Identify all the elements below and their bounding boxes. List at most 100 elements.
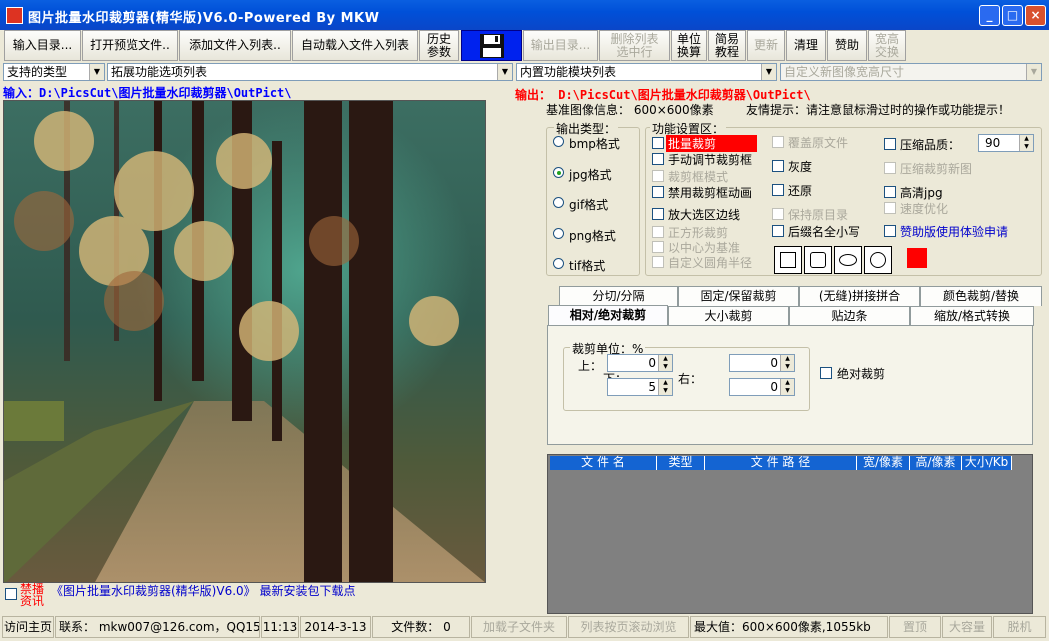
input-path: 输入：D:\PicsCut\图片批量水印裁剪器\OutPict\: [3, 86, 292, 100]
preview-image[interactable]: [3, 100, 486, 583]
round-radius-label: 自定义圆角半径: [668, 256, 753, 270]
hq-jpg-checkbox[interactable]: [884, 186, 896, 198]
disable-anim-checkbox[interactable]: [652, 186, 664, 198]
round-rect-shape-button[interactable]: [804, 246, 832, 274]
center-base-checkbox[interactable]: [652, 241, 664, 253]
crop-right-value: 0: [770, 380, 778, 394]
types-select[interactable]: 支持的类型 ▼: [3, 63, 105, 81]
tab-color-crop[interactable]: 颜色裁剪/替换: [920, 286, 1042, 306]
col-width[interactable]: 宽/像素: [857, 456, 910, 470]
spin-arrows-icon[interactable]: ▲ ▼: [780, 379, 794, 395]
compress-new-checkbox[interactable]: [884, 162, 896, 174]
square-crop-checkbox[interactable]: [652, 226, 664, 238]
crop-left-value: 0: [648, 356, 656, 370]
restore-checkbox[interactable]: [772, 184, 784, 196]
tab-edge-strip[interactable]: 贴边条: [789, 306, 910, 326]
file-list[interactable]: [547, 454, 1033, 614]
radio-tif-circle[interactable]: [553, 258, 564, 269]
list-scroll-button[interactable]: 列表按页滚动浏览: [568, 616, 689, 638]
round-radius-checkbox[interactable]: [652, 256, 664, 268]
absolute-crop-checkbox[interactable]: [820, 367, 832, 379]
radio-bmp-label: bmp格式: [569, 137, 620, 151]
box-mode-checkbox[interactable]: [652, 170, 664, 182]
output-dir-button[interactable]: 输出目录...: [523, 30, 598, 61]
circle-shape-button[interactable]: [864, 246, 892, 274]
spin-arrows-icon[interactable]: ▲ ▼: [658, 355, 672, 371]
tab-stitch[interactable]: (无缝)拼接拼合: [799, 286, 920, 306]
clean-button[interactable]: 清理: [786, 30, 826, 61]
offline-button[interactable]: 脱机: [993, 616, 1046, 638]
radio-gif-circle[interactable]: [553, 197, 564, 208]
status-time: 11:13: [261, 616, 299, 638]
tab-fixed-crop[interactable]: 固定/保留裁剪: [678, 286, 799, 306]
chevron-down-icon: ▼: [761, 64, 776, 80]
overwrite-checkbox[interactable]: [772, 136, 784, 148]
delete-list-button[interactable]: 删除列表 选中行: [599, 30, 670, 61]
maximize-button[interactable]: □: [1002, 5, 1023, 26]
pin-top-button[interactable]: 置顶: [889, 616, 941, 638]
radio-jpg-circle[interactable]: [553, 167, 564, 178]
col-height[interactable]: 高/像素: [910, 456, 962, 470]
types-select-value: 支持的类型: [7, 65, 68, 79]
manual-box-checkbox[interactable]: [652, 153, 664, 165]
homepage-button[interactable]: 访问主页: [2, 616, 54, 638]
wh-swap-button[interactable]: 宽高 交换: [868, 30, 906, 61]
unit-convert-button[interactable]: 单位 换算: [671, 30, 707, 61]
trial-checkbox[interactable]: [884, 225, 896, 237]
col-path[interactable]: 文 件 路 径: [705, 456, 857, 470]
radio-bmp-circle[interactable]: [553, 136, 564, 147]
rect-shape-button[interactable]: [774, 246, 802, 274]
crop-right-spinner[interactable]: 0 ▲ ▼: [729, 378, 795, 396]
update-news-label: 禁播 资讯: [20, 582, 45, 608]
sponsor-button[interactable]: 赞助: [827, 30, 867, 61]
load-subdir-button[interactable]: 加载子文件夹: [471, 616, 567, 638]
custom-size-select[interactable]: 自定义新图像宽高尺寸 ▼: [780, 63, 1042, 81]
hint-text: 友情提示：请注意鼠标滑过时的操作或功能提示！: [746, 103, 1011, 117]
tab-relative-absolute[interactable]: 相对/绝对裁剪: [548, 305, 668, 327]
auto-load-button[interactable]: 自动载入文件入列表: [292, 30, 418, 61]
open-preview-button[interactable]: 打开预览文件..: [82, 30, 178, 61]
close-button[interactable]: ×: [1025, 5, 1046, 26]
tab-scale-format[interactable]: 缩放/格式转换: [910, 306, 1034, 326]
ellipse-shape-button[interactable]: [834, 246, 862, 274]
col-filename[interactable]: 文 件 名: [550, 456, 657, 470]
spin-arrows-icon[interactable]: ▲ ▼: [1019, 135, 1033, 151]
input-dir-button[interactable]: 输入目录...: [4, 30, 81, 61]
batch-crop-checkbox[interactable]: [652, 137, 664, 149]
crop-top-label: 上：: [578, 359, 603, 373]
crop-top-spinner[interactable]: 0 ▲ ▼: [729, 354, 795, 372]
restore-label: 还原: [788, 184, 813, 198]
tab-size-crop[interactable]: 大小裁剪: [668, 306, 789, 326]
quality-checkbox[interactable]: [884, 138, 896, 150]
tutorial-button[interactable]: 简易 教程: [708, 30, 746, 61]
update-button[interactable]: 更新: [747, 30, 785, 61]
update-news-checkbox[interactable]: [5, 588, 17, 600]
trial-link[interactable]: 赞助版使用体验申请: [900, 223, 1008, 240]
builtin-select[interactable]: 内置功能模块列表 ▼: [516, 63, 777, 81]
large-capacity-button[interactable]: 大容量: [942, 616, 992, 638]
radio-png-circle[interactable]: [553, 228, 564, 239]
compress-new-label: 压缩裁剪新图: [900, 162, 973, 176]
zoom-border-checkbox[interactable]: [652, 208, 664, 220]
col-size[interactable]: 大小/Kb: [962, 456, 1012, 470]
extend-select[interactable]: 拓展功能选项列表 ▼: [107, 63, 513, 81]
quality-spinner[interactable]: 90 ▲ ▼: [978, 134, 1034, 152]
lowercase-checkbox[interactable]: [772, 225, 784, 237]
tab-split[interactable]: 分切/分隔: [559, 286, 678, 306]
spin-arrows-icon[interactable]: ▲ ▼: [780, 355, 794, 371]
disable-anim-label: 禁用裁剪框动画: [668, 186, 753, 200]
crop-bottom-spinner[interactable]: 5 ▲ ▼: [607, 378, 673, 396]
color-swatch[interactable]: [907, 248, 927, 268]
save-button[interactable]: [461, 30, 522, 61]
rect-icon: [780, 252, 796, 268]
absolute-crop-label: 绝对裁剪: [837, 367, 886, 381]
gray-checkbox[interactable]: [772, 160, 784, 172]
spin-arrows-icon[interactable]: ▲ ▼: [658, 379, 672, 395]
keep-dir-checkbox[interactable]: [772, 208, 784, 220]
minimize-button[interactable]: _: [979, 5, 1000, 26]
add-to-list-button[interactable]: 添加文件入列表..: [179, 30, 291, 61]
col-type[interactable]: 类型: [657, 456, 705, 470]
speed-opt-checkbox[interactable]: [884, 202, 896, 214]
history-params-button[interactable]: 历史 参数: [419, 30, 459, 61]
news-link[interactable]: 《图片批量水印裁剪器(精华版)V6.0》 最新安装包下载点: [51, 582, 355, 599]
